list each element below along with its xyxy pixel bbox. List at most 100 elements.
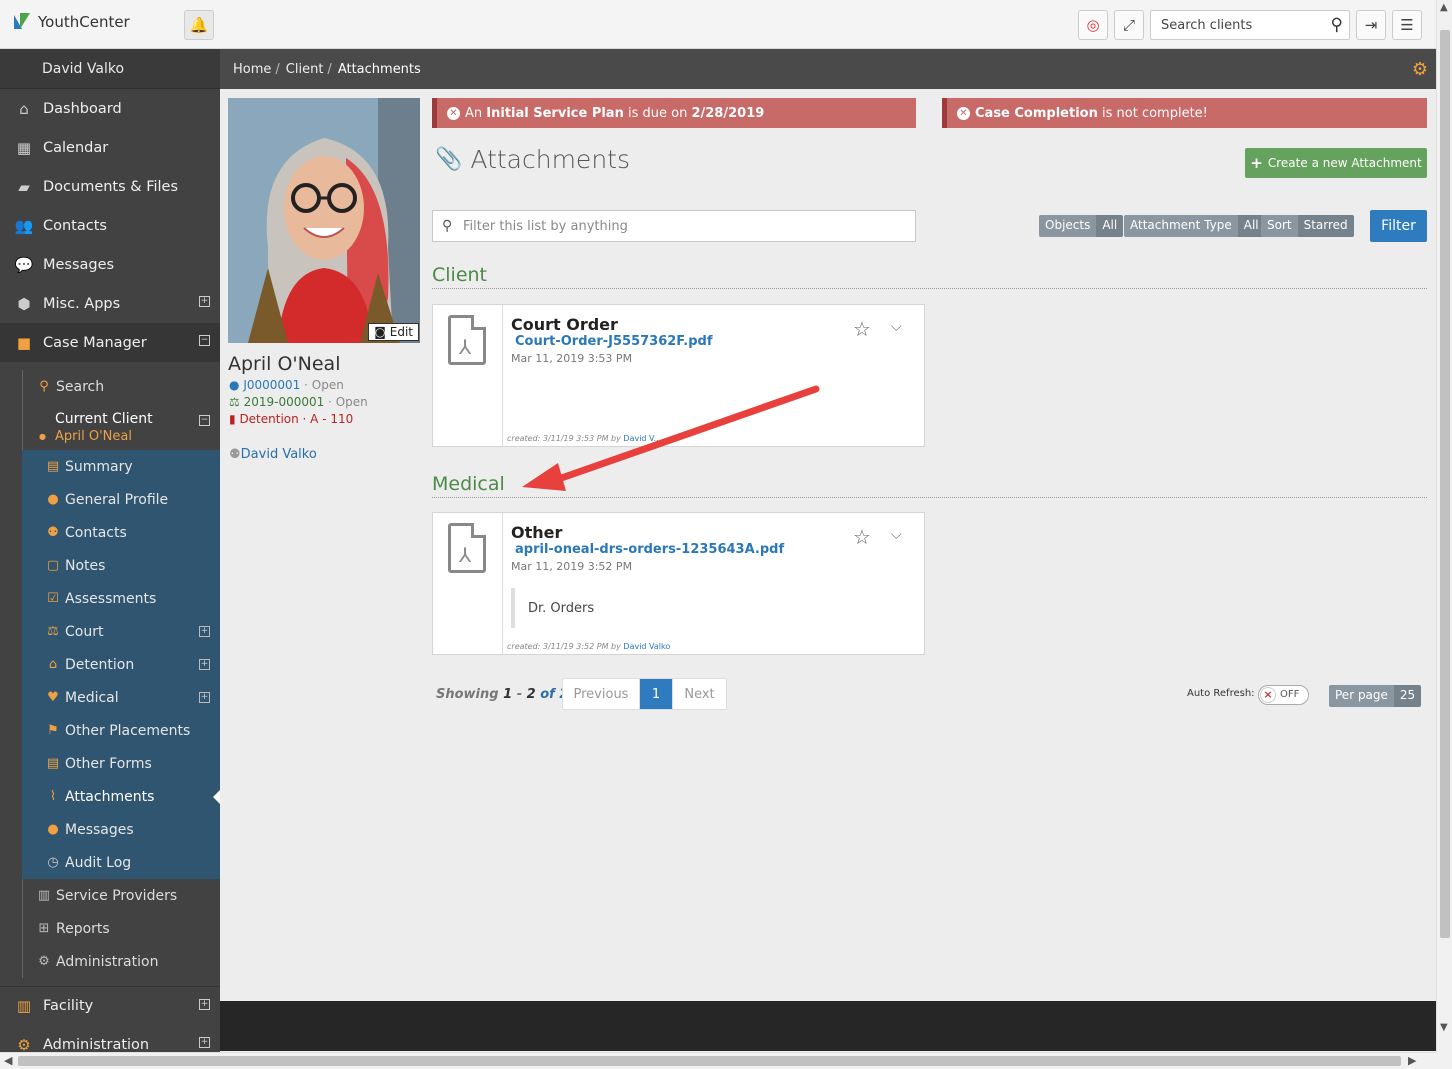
fullscreen-button[interactable]: ⤢	[1114, 10, 1144, 40]
sidebar-item-messages[interactable]: 💬 Messages	[0, 245, 220, 284]
created-text: created: 3/11/19 3:52 PM by	[507, 642, 621, 651]
pill-label: Sort	[1261, 215, 1298, 237]
sidebar-item-misc-apps[interactable]: ⬢ Misc. Apps +	[0, 284, 220, 323]
client-menu-label: Notes	[65, 557, 106, 574]
chevron-down-icon[interactable]: ⌵	[891, 319, 902, 335]
client-menu-label: Other Placements	[65, 722, 191, 739]
pill-value: All	[1096, 215, 1124, 237]
sidebar-item-case-manager[interactable]: ■ Case Manager −	[0, 323, 220, 362]
client-id-link[interactable]: J0000001	[243, 378, 300, 392]
auto-refresh-toggle[interactable]: × OFF	[1258, 685, 1309, 705]
client-menu-other-forms[interactable]: ▤ Other Forms	[22, 747, 220, 780]
scroll-up-icon[interactable]: ▲	[1440, 2, 1448, 13]
created-by-link[interactable]: David Valko	[623, 642, 670, 651]
client-menu-label: Summary	[65, 458, 133, 475]
attachment-filename[interactable]: april-oneal-drs-orders-1235643A.pdf	[515, 542, 784, 557]
current-client-name[interactable]: April O'Neal	[39, 429, 220, 444]
breadcrumb-home[interactable]: Home	[233, 62, 271, 77]
sidebar-item-reports[interactable]: ⊞ Reports	[23, 912, 220, 945]
client-menu-notes[interactable]: ▢ Notes	[22, 549, 220, 582]
client-case-link[interactable]: 2019-000001	[244, 395, 325, 409]
filter-pill-sort[interactable]: Sort Starred	[1261, 215, 1354, 237]
filter-pill-objects[interactable]: Objects All	[1039, 215, 1124, 237]
toggle-state: OFF	[1280, 689, 1300, 700]
client-menu-label: Contacts	[65, 524, 127, 541]
expand-icon[interactable]: +	[199, 626, 210, 637]
current-client[interactable]: Current Client April O'Neal −	[23, 403, 220, 450]
previous-button[interactable]: Previous	[563, 679, 640, 709]
sidebar-item-label: Case Manager	[43, 334, 147, 351]
expand-icon[interactable]: +	[199, 1037, 210, 1048]
scroll-left-icon[interactable]: ◀	[4, 1054, 12, 1067]
sidebar-item-contacts[interactable]: 👥 Contacts	[0, 206, 220, 245]
star-icon[interactable]: ☆	[853, 317, 871, 341]
star-icon[interactable]: ☆	[853, 525, 871, 549]
expand-icon[interactable]: +	[199, 296, 210, 307]
scroll-down-icon[interactable]: ▼	[1440, 1022, 1448, 1033]
search-input[interactable]	[1151, 11, 1321, 39]
chevron-down-icon[interactable]: ⌵	[891, 527, 902, 543]
sidebar-item-facility[interactable]: ▥ Facility +	[0, 986, 220, 1025]
sidebar-item-search[interactable]: ⚲ Search	[23, 370, 220, 403]
help-button[interactable]: ◎	[1078, 10, 1108, 40]
client-menu-detention[interactable]: ⌂ Detention +	[22, 648, 220, 681]
expand-icon: ⤢	[1122, 16, 1135, 34]
page-1-button[interactable]: 1	[640, 679, 673, 709]
pdf-file-icon[interactable]: ⅄	[448, 315, 486, 365]
sidebar-item-administration-sub[interactable]: ⚙ Administration	[23, 945, 220, 978]
client-menu-court[interactable]: ⚖ Court +	[22, 615, 220, 648]
client-owner[interactable]: ⚉David Valko	[229, 447, 317, 462]
collapse-icon[interactable]: −	[199, 415, 210, 426]
vertical-scrollbar[interactable]: ▲ ▼	[1436, 0, 1452, 1052]
search-icon[interactable]: ⚲	[1331, 15, 1343, 35]
page-title-text: Attachments	[470, 145, 630, 174]
main-content: ◙ Edit April O'Neal ● J0000001 · Open ⚖ …	[220, 89, 1436, 1001]
attachment-filename[interactable]: Court-Order-J5557362F.pdf	[515, 334, 712, 349]
client-menu-contacts[interactable]: ⚉ Contacts	[22, 516, 220, 549]
expand-icon[interactable]: +	[199, 999, 210, 1010]
sidebar-item-service-providers[interactable]: ▥ Service Providers	[23, 879, 220, 912]
attachment-title: Other	[511, 523, 563, 542]
client-menu-medical[interactable]: ♥ Medical +	[22, 681, 220, 714]
expand-icon[interactable]: +	[199, 692, 210, 703]
notifications-button[interactable]: 🔔	[184, 10, 214, 40]
users-icon: 👥	[14, 216, 34, 235]
client-id-status: · Open	[304, 378, 344, 392]
alert-text: is due on	[627, 105, 688, 121]
horizontal-scrollbar[interactable]: ◀ ▶	[0, 1052, 1436, 1069]
scroll-right-icon[interactable]: ▶	[1408, 1054, 1416, 1067]
logout-button[interactable]: ⇥	[1356, 10, 1386, 40]
client-menu-general-profile[interactable]: ● General Profile	[22, 483, 220, 516]
paperclip-icon: ⌇	[49, 789, 57, 804]
client-menu-summary[interactable]: ▤ Summary	[22, 450, 220, 483]
client-menu-messages[interactable]: ● Messages	[22, 813, 220, 846]
gear-icon[interactable]: ⚙	[1412, 59, 1428, 80]
edit-photo-button[interactable]: ◙ Edit	[368, 323, 419, 341]
client-menu-other-placements[interactable]: ⚑ Other Placements	[22, 714, 220, 747]
filter-pill-attachment-type[interactable]: Attachment Type All	[1124, 215, 1265, 237]
per-page-selector[interactable]: Per page 25	[1329, 685, 1422, 707]
client-location: Detention · A - 110	[239, 412, 354, 426]
list-icon: ▤	[46, 459, 60, 474]
client-location-row[interactable]: ▮ Detention · A - 110	[229, 412, 353, 426]
expand-icon[interactable]: +	[199, 659, 210, 670]
menu-button[interactable]: ☰	[1392, 10, 1422, 40]
filter-button[interactable]: Filter	[1370, 210, 1427, 242]
client-menu-assessments[interactable]: ☑ Assessments	[22, 582, 220, 615]
app-logo[interactable]: YouthCenter	[14, 13, 130, 31]
client-menu-audit-log[interactable]: ◷ Audit Log	[22, 846, 220, 879]
breadcrumb-client[interactable]: Client	[286, 62, 324, 77]
collapse-icon[interactable]: −	[199, 335, 210, 346]
next-button[interactable]: Next	[673, 679, 726, 709]
scroll-thumb[interactable]	[18, 1056, 1401, 1066]
sidebar-item-calendar[interactable]: ▦ Calendar	[0, 128, 220, 167]
sidebar-item-dashboard[interactable]: ⌂ Dashboard	[0, 89, 220, 128]
scroll-thumb[interactable]	[1440, 30, 1450, 938]
auto-refresh-label: Auto Refresh:	[1187, 688, 1255, 699]
sidebar-user[interactable]: David Valko	[0, 49, 220, 89]
filter-input[interactable]	[463, 211, 903, 241]
sidebar-item-documents[interactable]: ▰ Documents & Files	[0, 167, 220, 206]
pdf-file-icon[interactable]: ⅄	[448, 523, 486, 573]
client-menu-attachments[interactable]: ⌇ Attachments	[22, 780, 220, 813]
create-attachment-button[interactable]: + Create a new Attachment	[1245, 148, 1427, 178]
